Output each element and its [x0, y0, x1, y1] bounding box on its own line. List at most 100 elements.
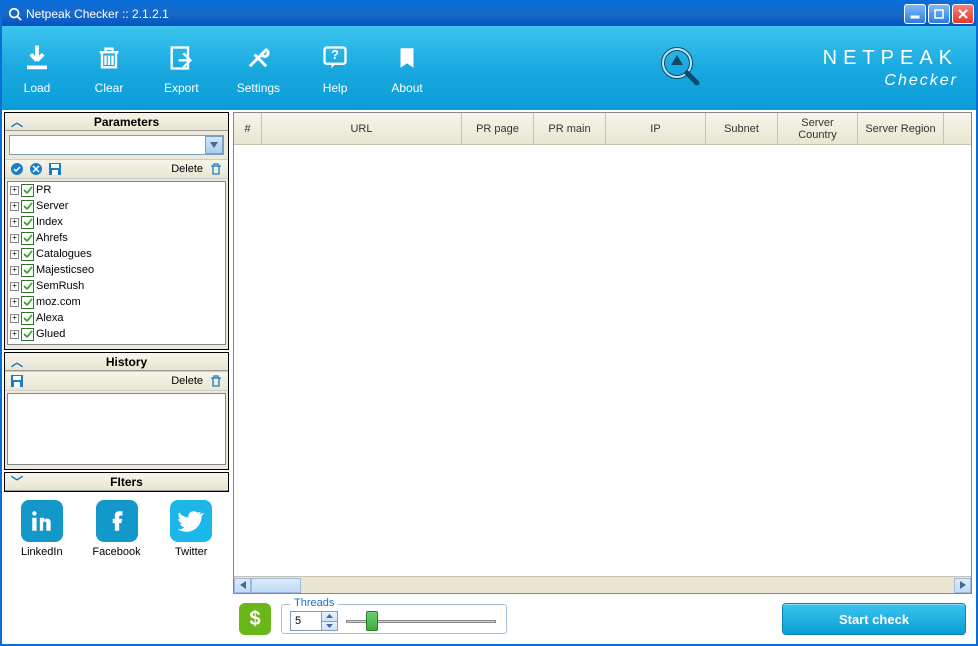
expand-icon[interactable]: +: [10, 186, 19, 195]
checkbox[interactable]: [21, 280, 34, 293]
close-button[interactable]: [952, 4, 974, 24]
magnifier-logo-icon: [655, 43, 703, 94]
tree-item[interactable]: + moz.com: [8, 294, 225, 310]
expand-icon[interactable]: ︿: [11, 473, 23, 490]
horizontal-scrollbar[interactable]: [234, 576, 971, 593]
spin-up-button[interactable]: [321, 612, 337, 621]
social-links: LinkedIn Facebook Twitter: [4, 494, 229, 562]
uncheck-all-icon[interactable]: [28, 161, 44, 177]
column-header[interactable]: IP: [606, 113, 706, 144]
pricing-icon[interactable]: $: [239, 603, 271, 635]
history-list[interactable]: [7, 393, 226, 465]
threads-group: Threads: [281, 604, 507, 634]
spin-down-button[interactable]: [321, 621, 337, 631]
expand-icon[interactable]: +: [10, 298, 19, 307]
parameters-tree[interactable]: +PR+Server+Index+Ahrefs+Catalogues+Majes…: [7, 181, 226, 345]
checkbox[interactable]: [21, 328, 34, 341]
filters-header[interactable]: ︿ FIters: [5, 473, 228, 491]
checkbox[interactable]: [21, 184, 34, 197]
about-button[interactable]: About: [390, 41, 424, 95]
help-button[interactable]: ? Help: [318, 41, 352, 95]
delete-icon[interactable]: [208, 373, 224, 389]
threads-input[interactable]: [291, 612, 321, 630]
twitter-link[interactable]: Twitter: [170, 500, 212, 558]
column-header[interactable]: URL: [262, 113, 462, 144]
parameters-dropdown[interactable]: [9, 135, 224, 155]
collapse-icon[interactable]: ︿: [11, 353, 23, 370]
checkbox[interactable]: [21, 200, 34, 213]
history-header[interactable]: ︿ History: [5, 353, 228, 371]
column-header[interactable]: Server Country: [778, 113, 858, 144]
clear-button[interactable]: Clear: [92, 41, 126, 95]
threads-slider[interactable]: [346, 611, 496, 631]
facebook-link[interactable]: Facebook: [92, 500, 140, 558]
settings-button[interactable]: Settings: [237, 41, 280, 95]
expand-icon[interactable]: +: [10, 234, 19, 243]
tree-item[interactable]: + Index: [8, 214, 225, 230]
twitter-icon: [170, 500, 212, 542]
column-header[interactable]: #: [234, 113, 262, 144]
dropdown-arrow-icon[interactable]: [205, 136, 223, 154]
column-header[interactable]: Server Region: [858, 113, 944, 144]
main-toolbar: Load Clear Export Settings ? Help About …: [2, 26, 976, 110]
tree-label: moz.com: [36, 296, 81, 308]
column-header[interactable]: PR page: [462, 113, 534, 144]
checkbox[interactable]: [21, 216, 34, 229]
tree-label: Mention: [36, 344, 75, 345]
tree-item[interactable]: + Ahrefs: [8, 230, 225, 246]
tree-item[interactable]: +Catalogues: [8, 246, 225, 262]
tree-item[interactable]: +Glued: [8, 326, 225, 342]
tree-item[interactable]: +PR: [8, 182, 225, 198]
titlebar: Netpeak Checker :: 2.1.2.1: [2, 2, 976, 26]
minimize-button[interactable]: [904, 4, 926, 24]
checkbox[interactable]: [21, 232, 34, 245]
linkedin-link[interactable]: LinkedIn: [21, 500, 63, 558]
tree-item[interactable]: +Alexa: [8, 310, 225, 326]
parameters-header[interactable]: ︿ Parameters: [5, 113, 228, 131]
expand-icon[interactable]: +: [10, 282, 19, 291]
expand-icon[interactable]: +: [10, 314, 19, 323]
help-icon: ?: [321, 44, 349, 72]
brand-name: NETPEAK: [823, 47, 958, 70]
delete-icon[interactable]: [208, 161, 224, 177]
grid-header: #URLPR pagePR mainIPSubnetServer Country…: [234, 113, 971, 145]
linkedin-icon: [21, 500, 63, 542]
start-check-button[interactable]: Start check: [782, 603, 966, 635]
load-button[interactable]: Load: [20, 41, 54, 95]
threads-label: Threads: [290, 597, 338, 609]
tree-item[interactable]: +Mention: [8, 342, 225, 345]
grid-body[interactable]: [234, 145, 971, 576]
column-header[interactable]: Subnet: [706, 113, 778, 144]
expand-icon[interactable]: +: [10, 202, 19, 211]
checkbox[interactable]: [21, 344, 34, 346]
checkbox[interactable]: [21, 312, 34, 325]
maximize-button[interactable]: [928, 4, 950, 24]
checkbox[interactable]: [21, 264, 34, 277]
expand-icon[interactable]: +: [10, 266, 19, 275]
checkbox[interactable]: [21, 296, 34, 309]
slider-thumb[interactable]: [366, 611, 378, 631]
collapse-icon[interactable]: ︿: [11, 113, 23, 130]
save-icon[interactable]: [47, 161, 63, 177]
facebook-icon: [96, 500, 138, 542]
save-icon[interactable]: [9, 373, 25, 389]
scroll-left-button[interactable]: [234, 578, 251, 593]
tree-item[interactable]: +Server: [8, 198, 225, 214]
export-button[interactable]: Export: [164, 41, 199, 95]
tree-label: Ahrefs: [36, 232, 68, 244]
results-grid: #URLPR pagePR mainIPSubnetServer Country…: [233, 112, 972, 594]
delete-label: Delete: [171, 163, 203, 175]
expand-icon[interactable]: +: [10, 250, 19, 259]
expand-icon[interactable]: +: [10, 218, 19, 227]
scroll-thumb[interactable]: [251, 578, 301, 593]
tree-label: Index: [36, 216, 63, 228]
checkbox[interactable]: [21, 248, 34, 261]
content-area: #URLPR pagePR mainIPSubnetServer Country…: [231, 110, 976, 644]
threads-spinner[interactable]: [290, 611, 338, 631]
check-all-icon[interactable]: [9, 161, 25, 177]
tree-item[interactable]: +SemRush: [8, 278, 225, 294]
expand-icon[interactable]: +: [10, 330, 19, 339]
column-header[interactable]: PR main: [534, 113, 606, 144]
tree-item[interactable]: +Majesticseo: [8, 262, 225, 278]
scroll-right-button[interactable]: [954, 578, 971, 593]
